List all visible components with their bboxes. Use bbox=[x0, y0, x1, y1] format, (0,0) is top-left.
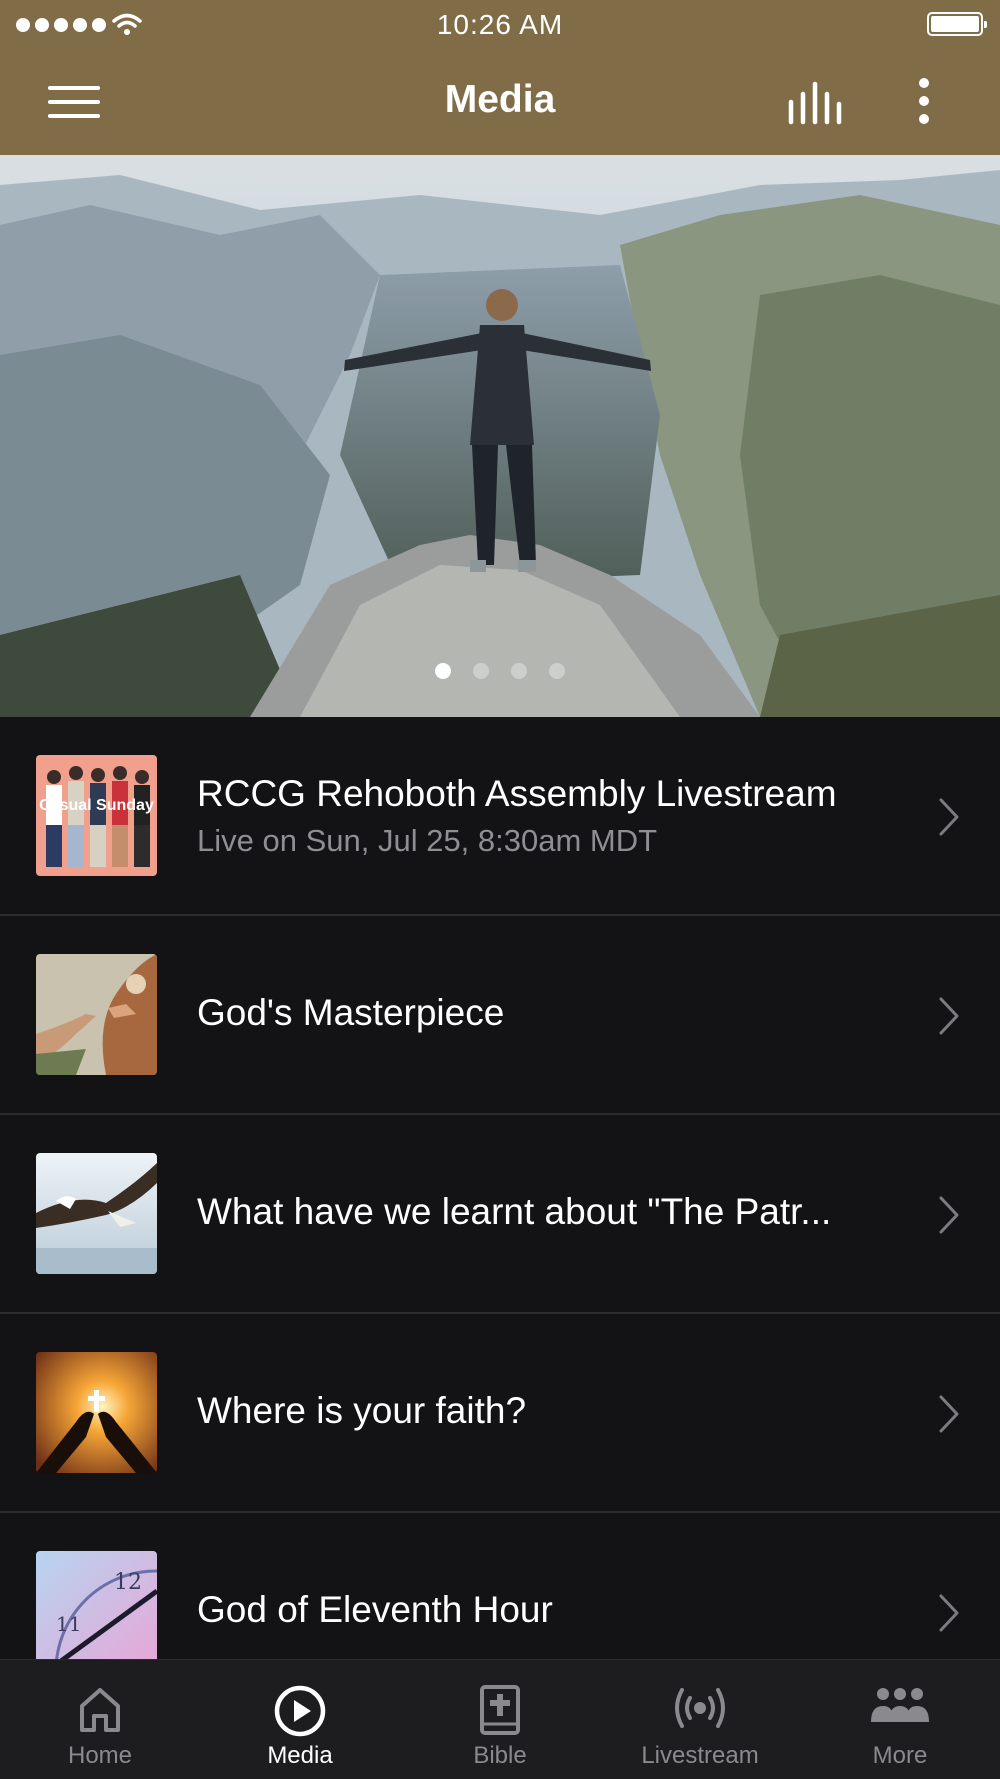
broadcast-icon bbox=[675, 1688, 725, 1728]
carousel-dot[interactable] bbox=[549, 663, 565, 679]
media-item-title: God's Masterpiece bbox=[197, 992, 505, 1033]
tab-label: More bbox=[872, 1742, 928, 1769]
media-item-title: Where is your faith? bbox=[197, 1390, 527, 1431]
hero-banner[interactable] bbox=[0, 155, 1000, 717]
tab-bible[interactable]: Bible bbox=[400, 1660, 600, 1779]
media-thumbnail: Casual Sunday bbox=[36, 755, 157, 876]
tab-home[interactable]: Home bbox=[0, 1660, 200, 1779]
tab-label: Livestream bbox=[641, 1742, 759, 1769]
svg-text:12: 12 bbox=[114, 1570, 142, 1595]
media-item-livestream[interactable]: Casual Sunday RCCG Rehoboth Assembly Liv… bbox=[0, 717, 1000, 916]
bible-icon bbox=[480, 1685, 520, 1735]
media-thumbnail bbox=[36, 1153, 157, 1274]
media-thumbnail bbox=[36, 1352, 157, 1473]
group-icon bbox=[871, 1688, 929, 1722]
media-item-patriarch[interactable]: What have we learnt about "The Patr... bbox=[0, 1115, 1000, 1314]
status-bar: 10:26 AM bbox=[0, 0, 1000, 50]
bottom-tab-bar: Home Media Bible Livestream More bbox=[0, 1659, 1000, 1779]
chevron-right-icon bbox=[939, 997, 959, 1035]
carousel-dot[interactable] bbox=[473, 663, 489, 679]
chevron-right-icon bbox=[939, 1594, 959, 1632]
home-icon bbox=[80, 1688, 120, 1732]
tab-label: Bible bbox=[473, 1742, 527, 1769]
tab-livestream[interactable]: Livestream bbox=[600, 1660, 800, 1779]
chevron-right-icon bbox=[939, 798, 959, 836]
media-thumbnail bbox=[36, 954, 157, 1075]
tab-label: Home bbox=[67, 1742, 133, 1769]
carousel-dot[interactable] bbox=[511, 663, 527, 679]
status-time: 10:26 AM bbox=[436, 9, 564, 40]
chevron-right-icon bbox=[939, 1395, 959, 1433]
vertical-ellipsis-icon bbox=[919, 78, 929, 88]
battery-icon bbox=[927, 12, 987, 36]
tab-media[interactable]: Media bbox=[200, 1660, 400, 1779]
audio-bars-icon[interactable] bbox=[786, 80, 846, 126]
tab-more[interactable]: More bbox=[800, 1660, 1000, 1779]
media-item-god-of-eleventh-hour[interactable]: 12 11 God of Eleventh Hour bbox=[0, 1513, 1000, 1659]
more-options-button[interactable] bbox=[906, 76, 942, 130]
media-item-subtitle: Live on Sun, Jul 25, 8:30am MDT bbox=[197, 823, 658, 858]
media-item-where-is-your-faith[interactable]: Where is your faith? bbox=[0, 1314, 1000, 1513]
svg-text:11: 11 bbox=[56, 1612, 81, 1636]
page-title: Media bbox=[444, 78, 556, 121]
chevron-right-icon bbox=[939, 1196, 959, 1234]
thumbnail-caption: Casual Sunday bbox=[39, 797, 154, 814]
carousel-page-indicator bbox=[0, 663, 1000, 679]
tab-label: Media bbox=[267, 1742, 333, 1769]
media-item-title: God of Eleventh Hour bbox=[197, 1589, 553, 1630]
media-item-title: RCCG Rehoboth Assembly Livestream bbox=[197, 773, 837, 814]
carousel-dot[interactable] bbox=[435, 663, 451, 679]
media-thumbnail: 12 11 bbox=[36, 1551, 157, 1659]
media-item-gods-masterpiece[interactable]: God's Masterpiece bbox=[0, 916, 1000, 1115]
app-header: 10:26 AM Media bbox=[0, 0, 1000, 155]
hero-image bbox=[0, 155, 1000, 717]
media-list: Casual Sunday RCCG Rehoboth Assembly Liv… bbox=[0, 717, 1000, 1659]
play-circle-icon bbox=[274, 1685, 326, 1737]
media-item-title: What have we learnt about "The Patr... bbox=[197, 1191, 832, 1232]
